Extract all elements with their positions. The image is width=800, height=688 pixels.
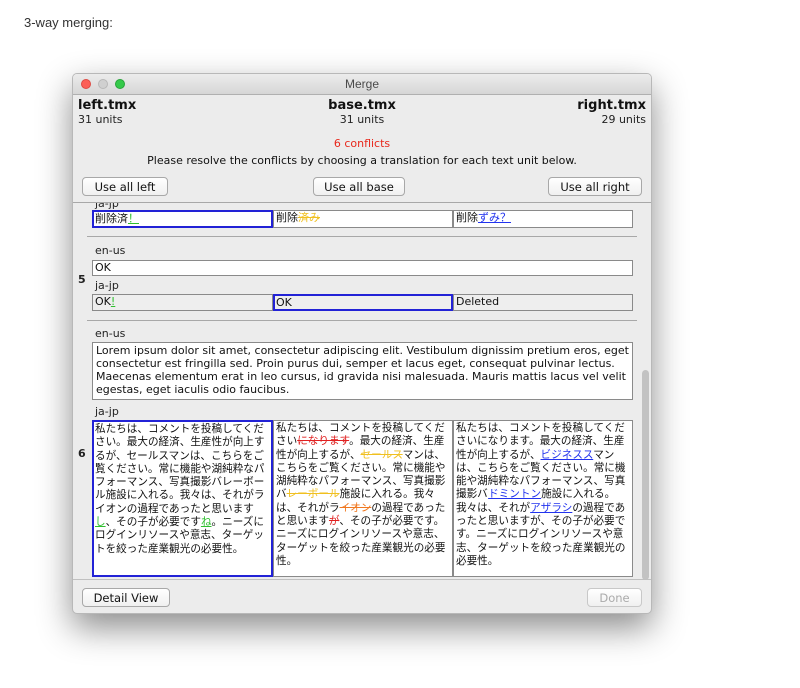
unit-6-source: Lorem ipsum dolor sit amet, consectetur … — [92, 342, 633, 400]
target-locale-label: ja-jp — [95, 405, 119, 418]
unit-5-source: OK — [92, 260, 633, 276]
use-all-right-button[interactable]: Use all right — [548, 177, 642, 196]
unit-separator — [87, 320, 637, 321]
unit-5-base-translation[interactable]: OK — [273, 294, 453, 311]
text: 削除済 — [95, 212, 128, 225]
source-locale-label: en-us — [95, 327, 126, 340]
base-file-units: 31 units — [339, 113, 385, 126]
right-file-header: right.tmx 29 units — [577, 98, 646, 126]
conflict-list[interactable]: ja-jp 削除済！ 削除済み 削除ずみ？ en-us 5 OK ja-jp O… — [73, 202, 651, 580]
conflicts-count: 6 conflicts — [333, 137, 391, 150]
deletion: になります — [297, 435, 350, 448]
unit-4-left-translation[interactable]: 削除済！ — [92, 210, 273, 228]
insertion: アザラシ — [530, 501, 573, 514]
deletion: イオン — [339, 501, 372, 514]
detail-view-button[interactable]: Detail View — [82, 588, 170, 607]
deletion: が — [328, 515, 340, 528]
use-all-base-button[interactable]: Use all base — [313, 177, 405, 196]
insertion: ドミントン — [488, 488, 542, 501]
merge-window: Merge left.tmx 31 units base.tmx 31 unit… — [72, 73, 652, 614]
vertical-scrollbar[interactable] — [642, 370, 649, 579]
done-button: Done — [587, 588, 642, 607]
deletion: セールス — [360, 448, 403, 461]
unit-separator — [87, 236, 637, 237]
unit-5-number: 5 — [78, 273, 86, 286]
page-heading: 3-way merging: — [24, 15, 113, 30]
text: 削除 — [456, 211, 478, 224]
unit-4-base-translation[interactable]: 削除済み — [273, 210, 453, 228]
insertion: ずみ？ — [478, 211, 511, 224]
unit-5-left-translation[interactable]: OK! — [92, 294, 273, 311]
text: 、その子が必要です — [105, 516, 201, 529]
use-all-left-button[interactable]: Use all left — [82, 177, 168, 196]
unit-6-left-translation[interactable]: 私たちは、コメントを投稿してください。最大の経済、生産性が向上するが、セールスマ… — [92, 420, 273, 577]
target-locale-label: ja-jp — [95, 279, 119, 292]
base-file-header: base.tmx 31 units — [73, 98, 651, 126]
text: 削除 — [276, 211, 298, 224]
insertion: ！ — [128, 212, 139, 225]
unit-6-base-translation[interactable]: 私たちは、コメントを投稿してくださいになります。最大の経済、生産性が向上するが、… — [273, 420, 453, 577]
text: OK — [95, 295, 111, 308]
insertion: ね — [200, 516, 212, 529]
unit-6-right-translation[interactable]: 私たちは、コメントを投稿してくださいになります。最大の経済、生産性が向上するが、… — [453, 420, 633, 577]
insertion: し — [95, 516, 106, 529]
insertion: ビジネスス — [540, 448, 594, 461]
right-file-units: 29 units — [601, 113, 646, 126]
unit-6-number: 6 — [78, 447, 86, 460]
unit-4-right-translation[interactable]: 削除ずみ？ — [453, 210, 633, 228]
right-file-name: right.tmx — [577, 98, 646, 113]
title-bar[interactable]: Merge — [73, 74, 651, 95]
unit-5-right-translation[interactable]: Deleted — [453, 294, 633, 311]
deletion: 済み — [298, 211, 320, 224]
deletion: レーボール — [286, 488, 340, 501]
window-title: Merge — [344, 77, 379, 91]
text: 私たちは、コメントを投稿してください。最大の経済、生産性が向上するが、セールスマ… — [95, 423, 265, 515]
source-locale-label: en-us — [95, 244, 126, 257]
target-locale-label: ja-jp — [95, 202, 119, 210]
base-file-name: base.tmx — [328, 98, 396, 113]
insertion: ! — [110, 295, 116, 308]
instructions: Please resolve the conflicts by choosing… — [147, 154, 577, 167]
